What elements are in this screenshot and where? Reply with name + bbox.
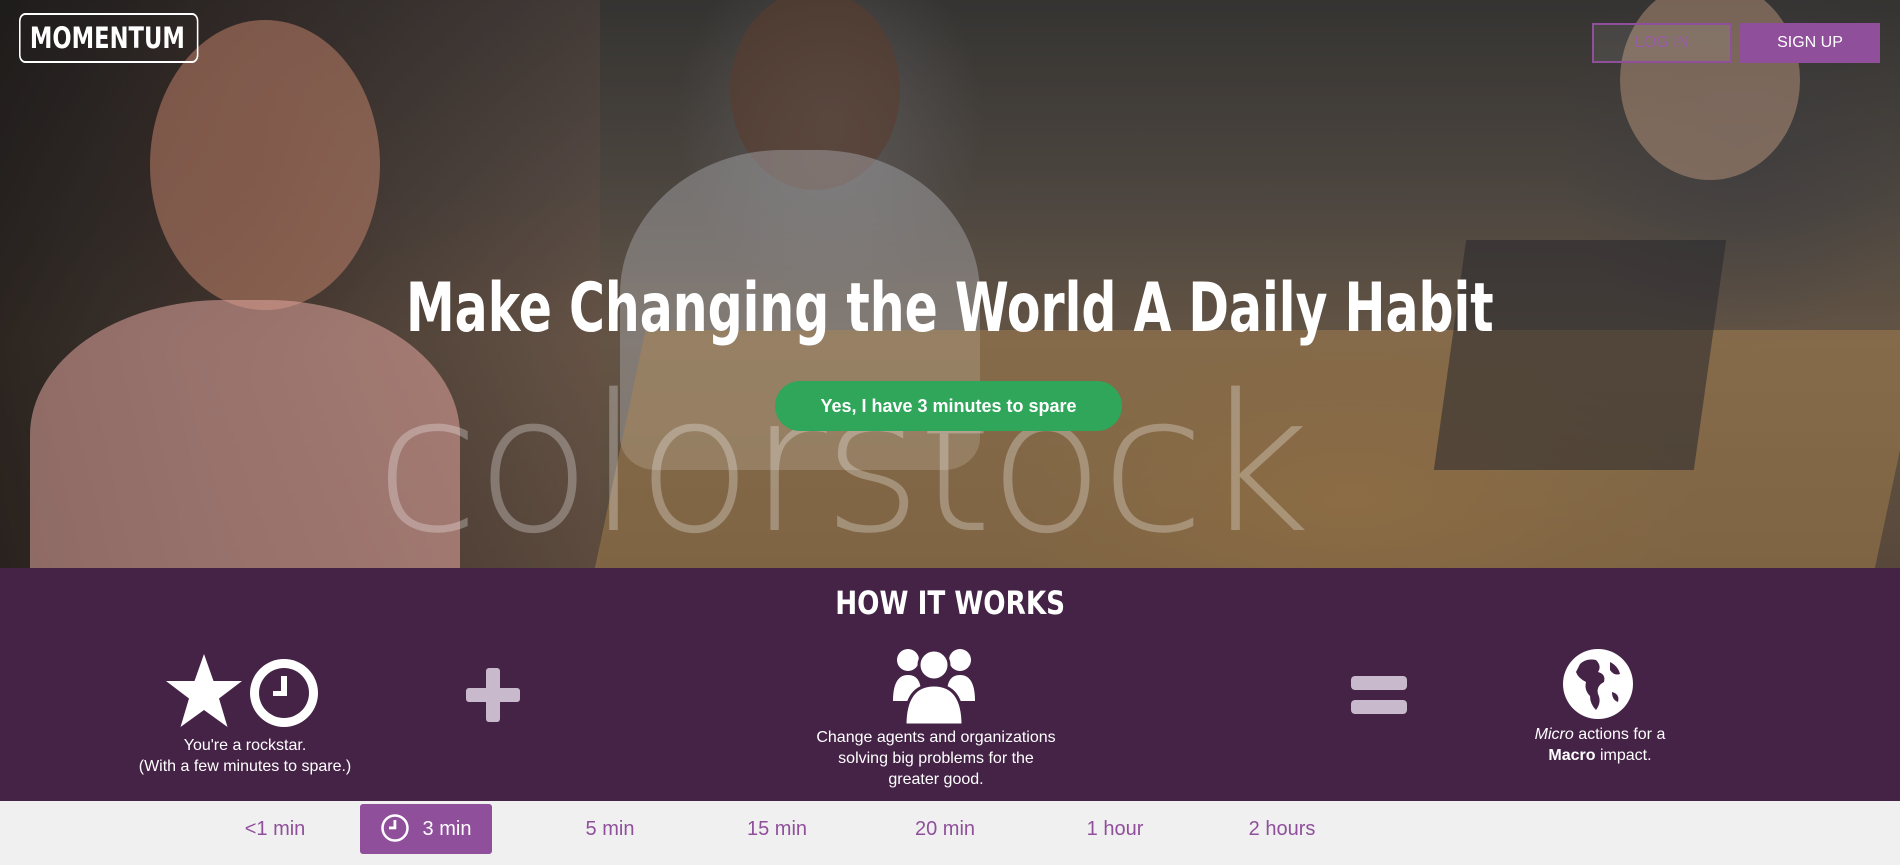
time-tab-label: 3 min [422,818,472,840]
hero-headline-text: Make Changing the World A Daily Habit [406,269,1494,348]
caption-line: Micro actions for a [1480,724,1720,745]
globe-icon [1563,649,1633,719]
clock-tab-icon [380,813,409,842]
time-filter-bar: <1 min 3 min 5 min 15 min 20 min 1 hour … [0,801,1900,865]
caption-line: Change agents and organizations [816,729,1056,746]
time-tab-15-min[interactable]: 15 min [712,804,842,854]
time-tab-1-hour[interactable]: 1 hour [1050,804,1180,854]
hero-headline: Make Changing the World A Daily Habit [0,268,1900,350]
how-it-works-section: HOW IT WORKS You're a rockstar. (With a … [0,568,1900,801]
caption-text: actions for a [1573,726,1666,743]
cta-button[interactable]: Yes, I have 3 minutes to spare [775,381,1122,431]
momentum-logo[interactable]: MOMENTUM [19,13,199,63]
time-tab-2-hours[interactable]: 2 hours [1217,804,1347,854]
plus-icon [466,668,520,722]
caption-line: greater good. [888,771,984,788]
star-icon [166,654,242,727]
equals-icon [1351,676,1407,714]
caption-line: solving big problems for the [838,750,1034,767]
step-organizations-caption: Change agents and organizations solving … [786,727,1086,790]
time-tab-5-min[interactable]: 5 min [545,804,675,854]
step-rockstar-caption: You're a rockstar. (With a few minutes t… [110,735,380,777]
section-title-text: HOW IT WORKS [835,584,1065,622]
signup-button[interactable]: SIGN UP [1740,23,1880,63]
step-impact-caption: Micro actions for a Macro impact. [1480,724,1720,766]
caption-line: You're a rockstar. [183,737,307,754]
clock-icon [250,659,318,727]
hero-photo-person [150,20,380,310]
section-title: HOW IT WORKS [0,584,1900,622]
time-tab-20-min[interactable]: 20 min [880,804,1010,854]
time-tab-3-min[interactable]: 3 min [360,804,492,854]
caption-micro: Micro [1534,726,1574,743]
caption-line: Macro impact. [1480,745,1720,766]
users-icon [893,648,975,725]
caption-line: (With a few minutes to spare.) [138,758,352,775]
time-tab-under-1-min[interactable]: <1 min [205,804,345,854]
caption-macro: Macro [1548,747,1596,764]
caption-text: impact. [1595,747,1652,764]
login-button[interactable]: LOG IN [1592,23,1732,63]
